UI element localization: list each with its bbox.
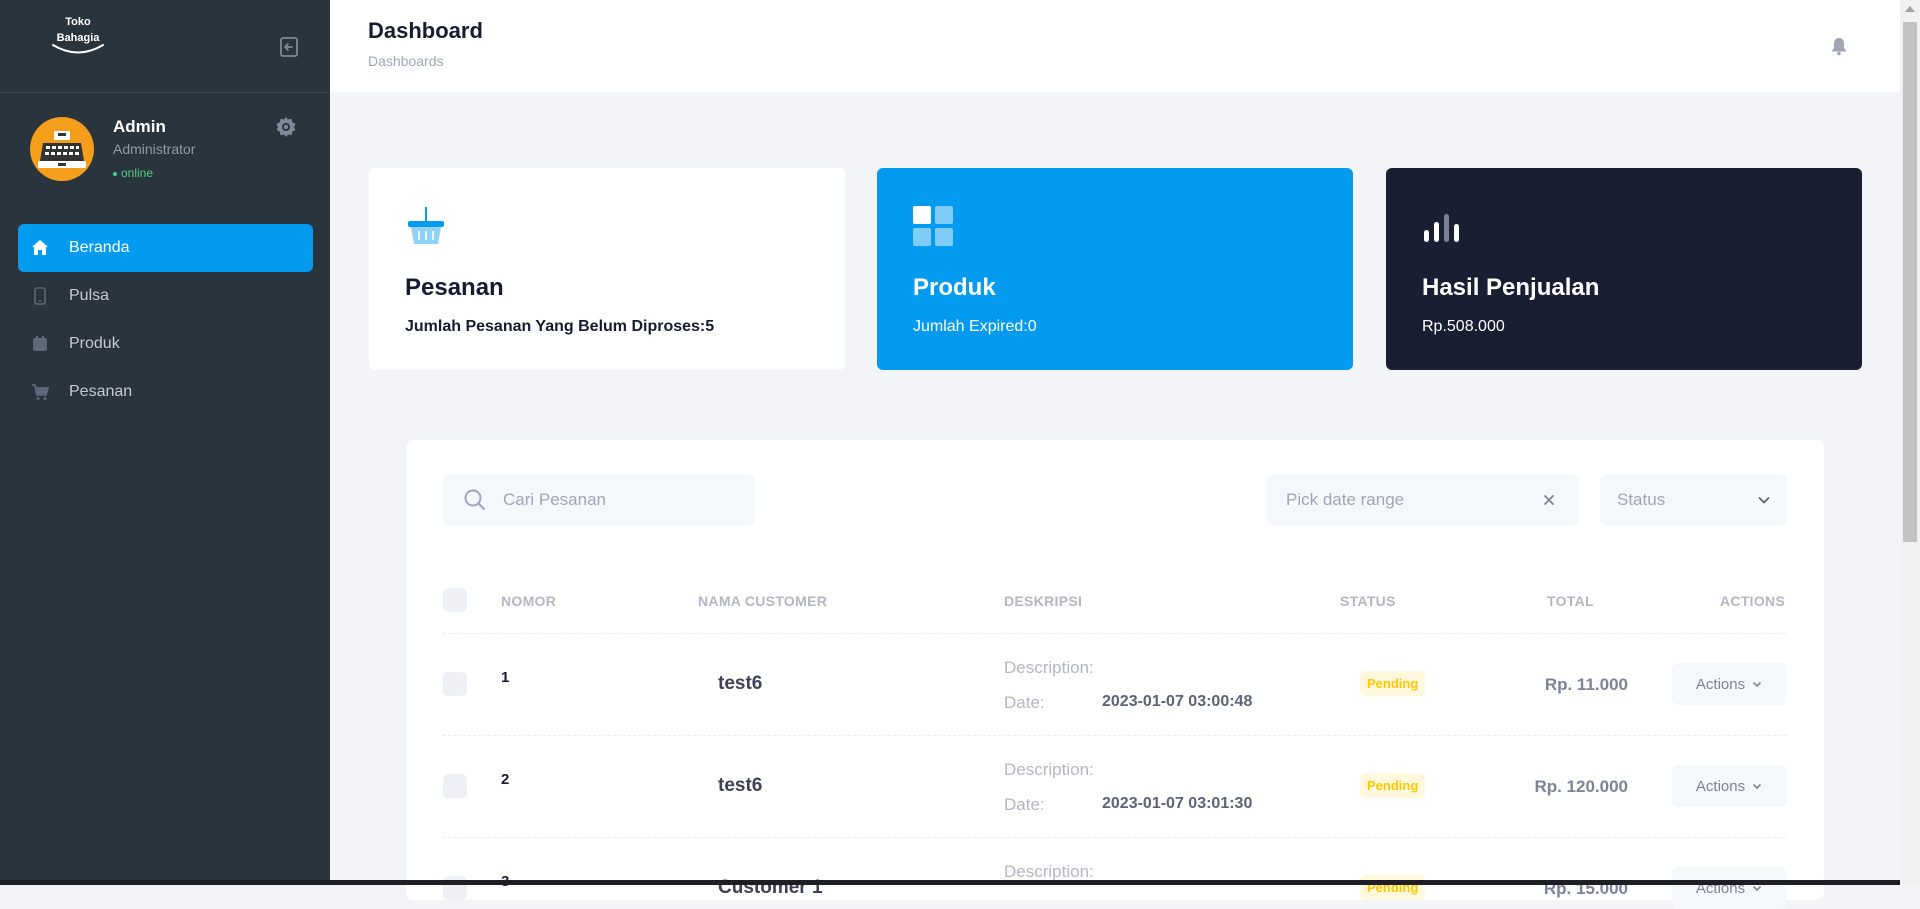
breadcrumb[interactable]: Dashboards [368,53,444,69]
bell-icon[interactable] [1830,36,1848,56]
logout-icon[interactable] [278,36,300,58]
sidebar-nav: Beranda Pulsa Produk Pesanan [18,224,313,416]
avatar[interactable] [30,117,94,181]
actions-button[interactable]: Actions [1672,867,1786,909]
date-range-picker[interactable] [1266,474,1579,526]
row-number: 2 [501,771,510,788]
status-select[interactable]: Status [1600,474,1786,526]
scrollbar-thumb[interactable] [1903,22,1917,542]
orders-panel: Status NOMOR NAMA CUSTOMER DESKRIPSI STA… [406,440,1824,909]
search-input[interactable] [501,489,735,511]
actions-button[interactable]: Actions [1672,765,1786,807]
sales-card-subtitle: Rp.508.000 [1422,318,1505,335]
basket-icon [408,207,444,244]
chevron-down-icon [1753,783,1762,790]
select-all-checkbox[interactable] [443,588,467,612]
orders-card[interactable]: Pesanan Jumlah Pesanan Yang Belum Dipros… [369,168,845,370]
actions-button-label: Actions [1695,777,1746,795]
scroll-up-icon[interactable] [1905,6,1915,12]
sales-card[interactable]: Hasil Penjualan Rp.508.000 [1386,168,1862,370]
row-description-label: Description: [1004,658,1094,677]
search-icon [464,489,485,510]
table-divider [443,837,1786,838]
user-status-label: online [121,166,154,180]
top-header: Dashboard Dashboards [330,0,1900,92]
row-checkbox[interactable] [443,672,467,696]
sidebar-item-beranda[interactable]: Beranda [18,224,313,272]
online-dot-icon [113,171,117,176]
sidebar-item-pesanan[interactable]: Pesanan [18,368,313,416]
row-description-label: Description: [1004,862,1094,881]
page-scrollbar[interactable] [1900,0,1920,885]
search-box[interactable] [443,474,754,526]
phone-icon [30,286,50,306]
status-badge: Pending [1360,671,1426,696]
orders-card-title: Pesanan [405,274,504,301]
orders-card-subtitle: Jumlah Pesanan Yang Belum Diproses:5 [405,318,715,335]
column-header-total[interactable]: TOTAL [1547,593,1594,609]
table-divider [443,735,1786,736]
sidebar-item-label: Beranda [69,239,130,256]
products-card-title: Produk [913,274,996,301]
chevron-down-icon [1758,497,1770,504]
row-description-label: Description: [1004,760,1094,779]
products-card-subtitle: Jumlah Expired:0 [913,318,1037,335]
brand-line2: Bahagia [56,32,100,44]
row-customer: test6 [718,775,763,796]
sidebar-divider [0,92,330,93]
user-role: Administrator [113,141,196,157]
row-date-label: Date: [1004,795,1045,814]
sidebar-item-label: Pulsa [69,287,110,304]
row-total: Rp. 120.000 [1534,777,1628,796]
close-icon[interactable] [1542,493,1556,507]
calendar-icon [30,334,50,354]
grid-icon [913,206,953,246]
sidebar-item-produk[interactable]: Produk [18,320,313,368]
chevron-down-icon [1753,681,1762,688]
row-date: 2023-01-07 03:00:48 [1102,693,1253,710]
column-header-description[interactable]: DESKRIPSI [1004,593,1082,609]
status-badge: Pending [1360,773,1426,798]
status-select-value: Status [1617,490,1666,509]
bar-chart-icon [1424,214,1459,242]
gear-icon[interactable] [274,115,298,139]
actions-button-label: Actions [1695,675,1746,693]
sidebar-item-pulsa[interactable]: Pulsa [18,272,313,320]
row-checkbox[interactable] [443,774,467,798]
user-status: online [113,166,153,180]
column-header-customer[interactable]: NAMA CUSTOMER [698,593,827,609]
sidebar-item-label: Produk [69,335,120,352]
brand-logo[interactable]: Toko Bahagia [48,14,108,56]
sidebar: Toko Bahagia Admin Administrator online [0,0,330,885]
page-title: Dashboard [368,18,483,43]
row-date: 2023-01-07 03:01:30 [1102,795,1253,812]
home-icon [30,238,50,258]
user-name: Admin [113,117,166,136]
row-total: Rp. 11.000 [1544,675,1628,694]
brand-line1: Toko [65,16,91,28]
cash-register-icon [38,131,86,168]
date-range-input[interactable] [1284,489,1528,511]
actions-button[interactable]: Actions [1672,663,1786,705]
products-card[interactable]: Produk Jumlah Expired:0 [877,168,1353,370]
sales-card-title: Hasil Penjualan [1422,274,1600,301]
row-date-label: Date: [1004,693,1045,712]
bottom-edge [330,880,1900,885]
column-header-actions: ACTIONS [1720,593,1786,609]
cart-icon [30,382,50,402]
row-customer: test6 [718,673,763,694]
row-number: 1 [501,669,510,686]
column-header-number[interactable]: NOMOR [501,593,556,609]
table-divider [443,633,1786,634]
status-badge: Pending [1360,875,1426,900]
column-header-status[interactable]: STATUS [1340,593,1396,609]
sidebar-item-label: Pesanan [69,383,133,400]
